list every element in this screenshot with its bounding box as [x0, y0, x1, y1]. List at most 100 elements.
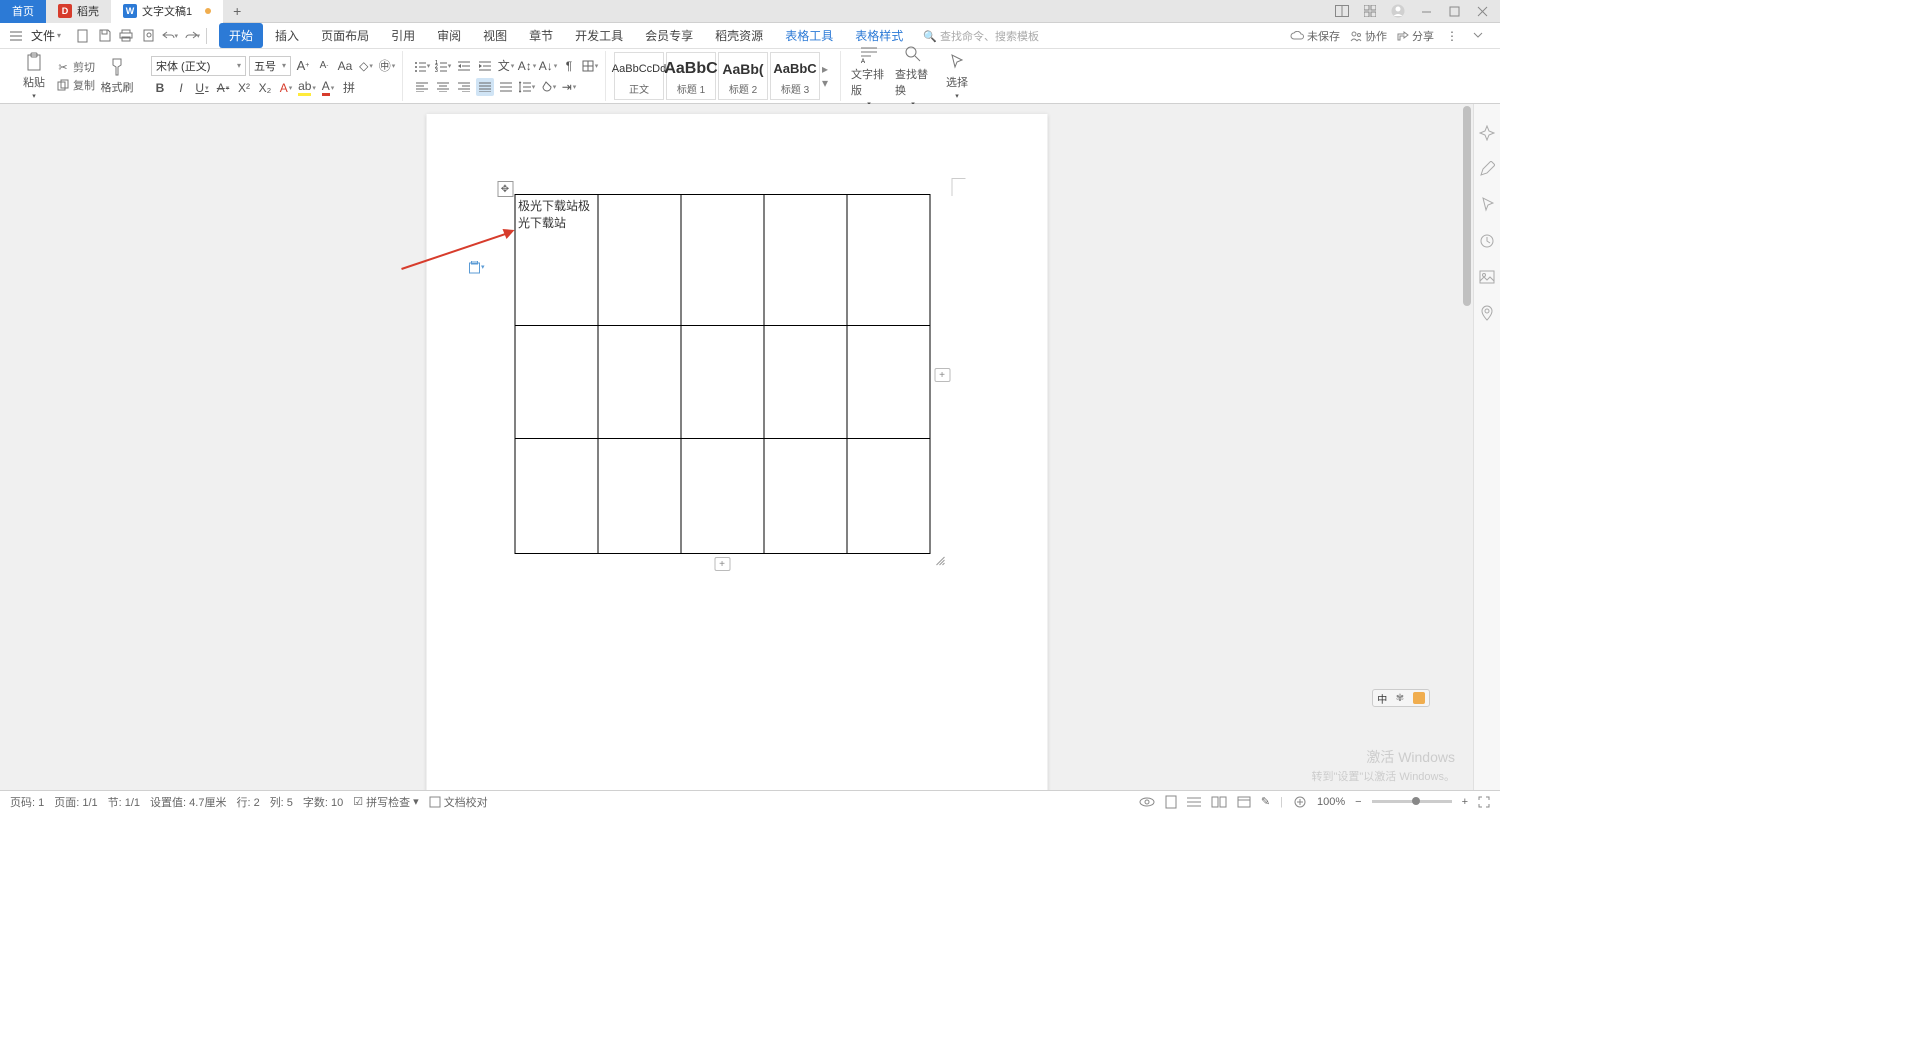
scrollbar-thumb[interactable]	[1463, 106, 1471, 306]
hamburger-icon[interactable]	[8, 28, 24, 44]
print-preview-icon[interactable]	[140, 28, 156, 44]
increase-indent-icon[interactable]	[476, 57, 494, 75]
zoom-in-icon[interactable]: +	[1462, 796, 1468, 808]
save-icon[interactable]	[96, 28, 112, 44]
maximize-icon[interactable]	[1446, 3, 1462, 19]
decrease-indent-icon[interactable]	[455, 57, 473, 75]
table-cell[interactable]	[681, 326, 764, 439]
select-button[interactable]: 选择▾	[939, 52, 975, 100]
document-area[interactable]: ✥ ▾ 极光下载站极光下载站 + +	[0, 104, 1473, 790]
table-cell[interactable]	[681, 439, 764, 554]
search-input[interactable]: 🔍 查找命令、搜索模板	[915, 28, 1047, 44]
underline-icon[interactable]: U	[193, 79, 211, 97]
redo-icon[interactable]: ▾	[184, 28, 200, 44]
undo-icon[interactable]: ▾	[162, 28, 178, 44]
user-icon[interactable]	[1390, 3, 1406, 19]
file-menu[interactable]: 文件 ▾	[26, 25, 66, 46]
tab-page-layout[interactable]: 页面布局	[311, 23, 379, 48]
ime-tool-icon[interactable]	[1413, 692, 1425, 704]
copy-button[interactable]: 复制	[56, 77, 95, 93]
unsaved-button[interactable]: 未保存	[1290, 28, 1340, 44]
coop-button[interactable]: 协作	[1350, 28, 1387, 44]
zoom-out-icon[interactable]: −	[1355, 796, 1361, 808]
clock-icon[interactable]	[1478, 232, 1496, 250]
add-row-button[interactable]: +	[714, 557, 730, 571]
page[interactable]: ✥ ▾ 极光下载站极光下载站 + +	[426, 114, 1047, 790]
more-icon[interactable]: ⋮	[1444, 28, 1460, 44]
align-right-icon[interactable]	[455, 78, 473, 96]
fullscreen-icon[interactable]	[1478, 796, 1490, 808]
table-cell[interactable]	[515, 326, 598, 439]
tab-view[interactable]: 视图	[473, 23, 517, 48]
align-text-icon[interactable]: A↕	[518, 57, 536, 75]
tab-doke-res[interactable]: 稻壳资源	[705, 23, 773, 48]
line-spacing-icon[interactable]	[518, 78, 536, 96]
table-cell[interactable]	[764, 326, 847, 439]
status-page-no[interactable]: 页码: 1	[10, 794, 44, 810]
ime-lang[interactable]: 中	[1377, 691, 1387, 706]
status-section[interactable]: 节: 1/1	[108, 794, 140, 810]
view-read-icon[interactable]	[1211, 796, 1227, 808]
share-button[interactable]: 分享	[1397, 28, 1434, 44]
table-cell[interactable]	[847, 326, 930, 439]
font-name-select[interactable]: 宋体 (正文)▾	[151, 56, 246, 76]
find-replace-button[interactable]: 查找替换▾	[895, 44, 931, 108]
table-cell[interactable]	[598, 326, 681, 439]
status-spellcheck[interactable]: ☑拼写检查 ▾	[353, 794, 418, 810]
status-pages[interactable]: 页面: 1/1	[54, 794, 97, 810]
table-cell[interactable]	[764, 195, 847, 326]
format-painter-button[interactable]: 格式刷	[99, 57, 135, 95]
tab-developer[interactable]: 开发工具	[565, 23, 633, 48]
tabs-icon[interactable]: ⇥	[560, 78, 578, 96]
style-heading1[interactable]: AaBbC标题 1	[666, 52, 716, 100]
sort-icon[interactable]: A↓	[539, 57, 557, 75]
table-move-handle-icon[interactable]: ✥	[497, 181, 513, 197]
italic-icon[interactable]: I	[172, 79, 190, 97]
borders-icon[interactable]	[581, 57, 599, 75]
cut-button[interactable]: ✂剪切	[56, 59, 95, 75]
tab-review[interactable]: 审阅	[427, 23, 471, 48]
clear-format-icon[interactable]: ◇	[357, 57, 375, 75]
location-icon[interactable]	[1478, 304, 1496, 322]
zoom-slider[interactable]	[1372, 800, 1452, 803]
phonetic-icon[interactable]: 拼	[340, 79, 358, 97]
tab-insert[interactable]: 插入	[265, 23, 309, 48]
table-cell[interactable]	[764, 439, 847, 554]
numbering-icon[interactable]: 123	[434, 57, 452, 75]
image-icon[interactable]	[1478, 268, 1496, 286]
tab-table-tools[interactable]: 表格工具	[775, 23, 843, 48]
align-justify-icon[interactable]	[476, 78, 494, 96]
vertical-scrollbar[interactable]	[1461, 104, 1473, 790]
ime-wheel-icon[interactable]: ✾	[1396, 693, 1404, 704]
change-case-icon[interactable]: Aa	[336, 57, 354, 75]
bullets-icon[interactable]	[413, 57, 431, 75]
paste-options-icon[interactable]: ▾	[468, 260, 486, 274]
new-tab-button[interactable]: +	[223, 3, 251, 19]
bold-icon[interactable]: B	[151, 79, 169, 97]
table-cell[interactable]	[598, 195, 681, 326]
style-heading3[interactable]: AaBbC标题 3	[770, 52, 820, 100]
table-cell[interactable]	[847, 439, 930, 554]
font-size-select[interactable]: 五号▾	[249, 56, 291, 76]
text-effect-icon[interactable]: A	[277, 79, 295, 97]
close-icon[interactable]	[1474, 3, 1490, 19]
pointer-icon[interactable]	[1478, 196, 1496, 214]
table-cell[interactable]	[515, 439, 598, 554]
grid-icon[interactable]	[1362, 3, 1378, 19]
print-icon[interactable]	[118, 28, 134, 44]
document-table[interactable]: 极光下载站极光下载站	[514, 194, 930, 554]
table-cell[interactable]	[681, 195, 764, 326]
collapse-ribbon-icon[interactable]	[1470, 28, 1486, 44]
status-column[interactable]: 列: 5	[270, 794, 293, 810]
tab-section[interactable]: 章节	[519, 23, 563, 48]
add-column-button[interactable]: +	[934, 368, 950, 382]
status-position[interactable]: 设置值: 4.7厘米	[150, 794, 226, 810]
grow-font-icon[interactable]: A+	[294, 57, 312, 75]
minimize-icon[interactable]	[1418, 3, 1434, 19]
style-heading2[interactable]: AaBb(标题 2	[718, 52, 768, 100]
tab-doke[interactable]: D 稻壳	[46, 0, 111, 23]
tab-document[interactable]: W 文字文稿1	[111, 0, 223, 23]
status-proof[interactable]: 文档校对	[429, 794, 488, 810]
table-cell[interactable]: 极光下载站极光下载站	[515, 195, 598, 326]
shading-icon[interactable]	[539, 78, 557, 96]
